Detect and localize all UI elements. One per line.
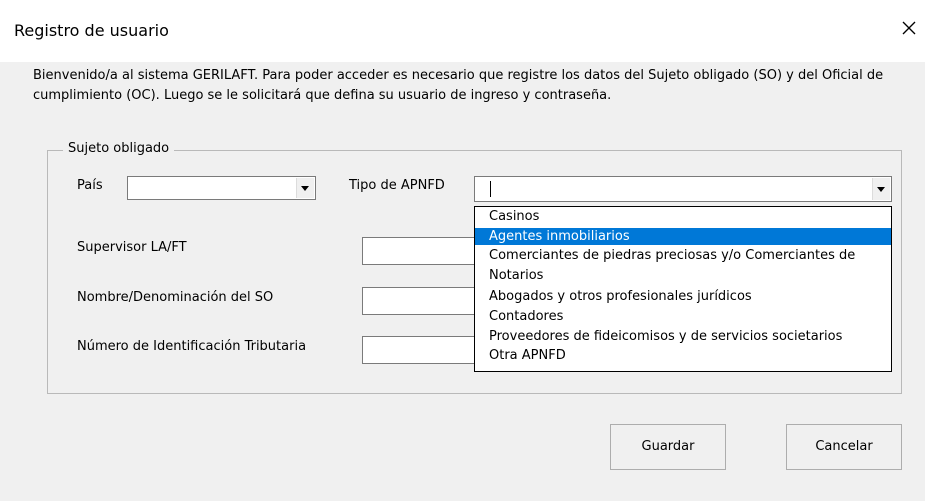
dropdown-option-selected[interactable]: Agentes inmobiliarios — [475, 228, 891, 245]
dropdown-option[interactable]: Abogados y otros profesionales jurídicos — [475, 288, 891, 305]
supervisor-label: Supervisor LA/FT — [77, 240, 187, 255]
title-bar: Registro de usuario — [0, 0, 925, 62]
chevron-down-icon[interactable] — [296, 178, 314, 198]
nit-input[interactable] — [362, 336, 476, 364]
supervisor-input[interactable] — [362, 237, 476, 265]
dropdown-option[interactable]: Otra APNFD — [475, 347, 891, 364]
tipo-apnfd-combobox[interactable] — [474, 176, 892, 202]
chevron-down-icon[interactable] — [872, 178, 890, 200]
dropdown-option[interactable]: Comerciantes de piedras preciosas y/o Co… — [475, 247, 891, 264]
dropdown-option[interactable]: Proveedores de fideicomisos y de servici… — [475, 328, 891, 345]
dropdown-option[interactable]: Notarios — [475, 267, 891, 284]
nombre-label: Nombre/Denominación del SO — [77, 290, 274, 305]
window-title: Registro de usuario — [14, 21, 169, 40]
pais-label: País — [77, 178, 103, 193]
tipo-apnfd-dropdown-list: Casinos Agentes inmobiliarios Comerciant… — [474, 206, 892, 372]
text-caret — [490, 181, 491, 197]
intro-text: Bienvenido/a al sistema GERILAFT. Para p… — [33, 68, 884, 103]
cancelar-button[interactable]: Cancelar — [786, 424, 902, 470]
guardar-button[interactable]: Guardar — [610, 424, 726, 470]
close-icon[interactable] — [899, 18, 919, 38]
dropdown-option[interactable]: Casinos — [475, 208, 891, 225]
nombre-so-input[interactable] — [362, 287, 476, 315]
frame-legend: Sujeto obligado — [63, 141, 175, 156]
nit-label: Número de Identificación Tributaria — [77, 339, 307, 354]
pais-combobox[interactable] — [127, 176, 316, 200]
tipo-apnfd-label: Tipo de APNFD — [349, 178, 445, 193]
dropdown-option[interactable]: Contadores — [475, 308, 891, 325]
